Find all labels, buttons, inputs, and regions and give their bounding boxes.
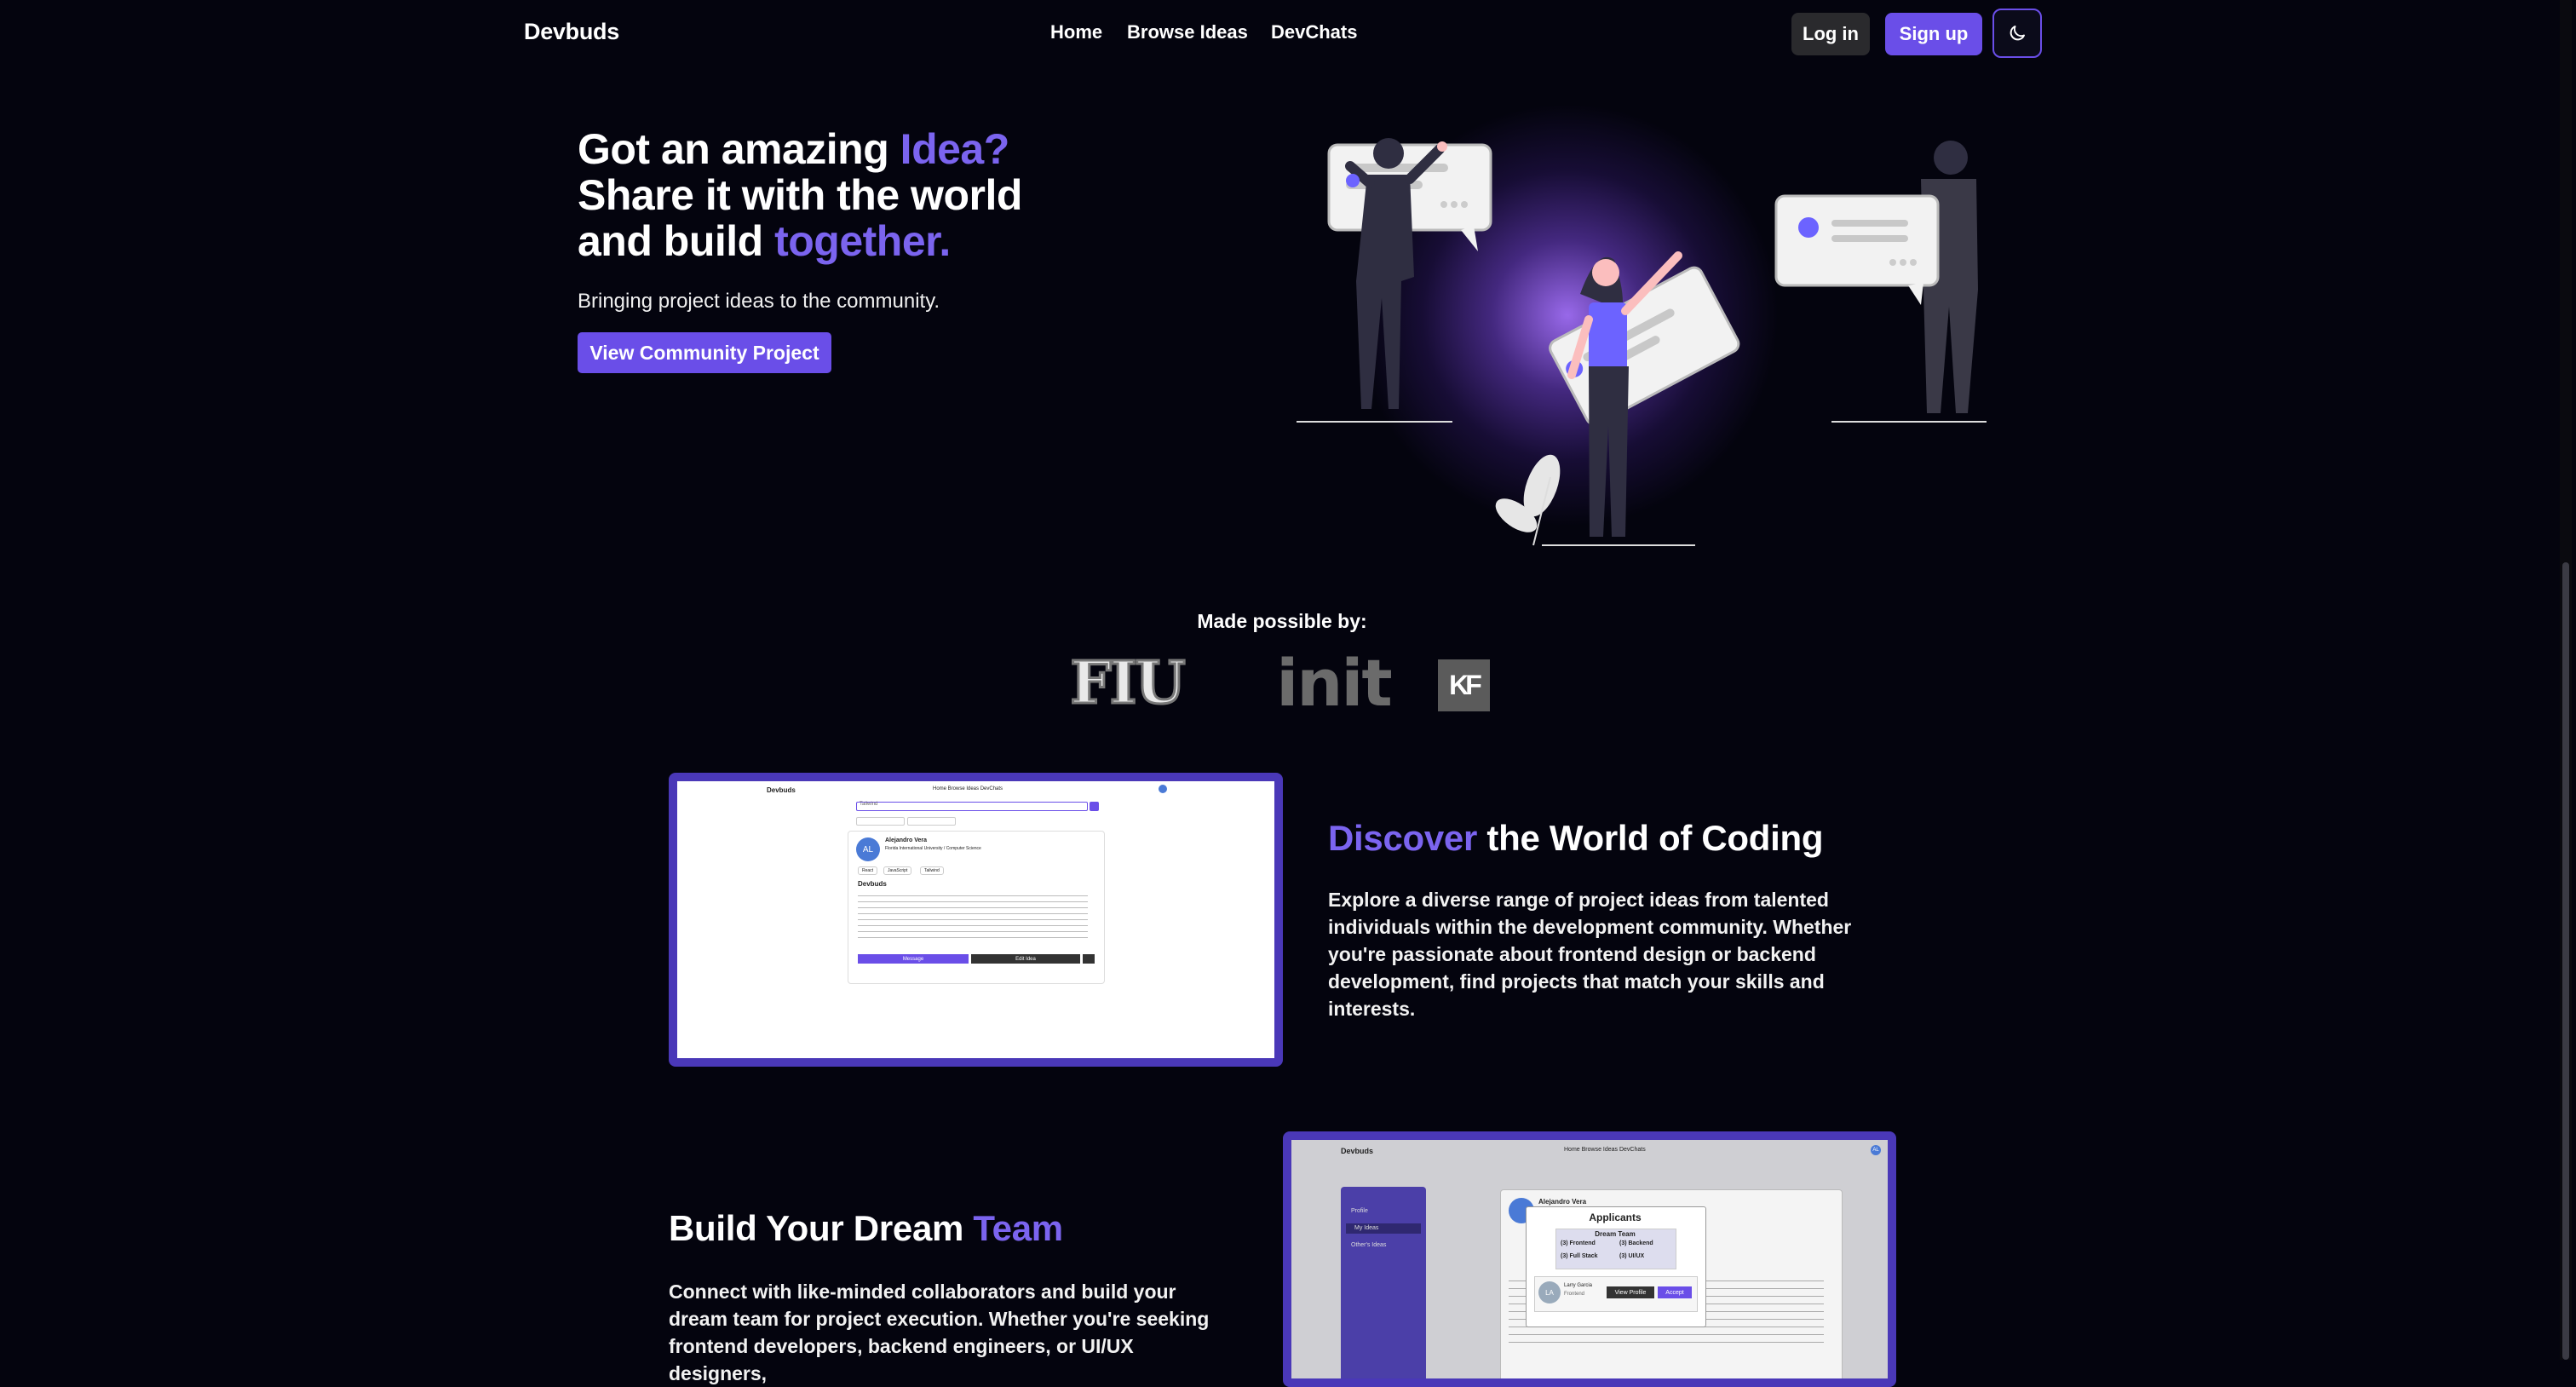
signup-button[interactable]: Sign up [1885, 13, 1982, 55]
hero-illustration [1297, 138, 1987, 546]
moon-icon [2010, 26, 2025, 41]
view-community-project-button[interactable]: View Community Project [578, 332, 831, 373]
discover-title: Discover the World of Coding [1328, 818, 1824, 858]
scrollbar-thumb[interactable] [2562, 562, 2569, 1360]
sponsors-heading: Made possible by: [1197, 610, 1367, 632]
hero-title: Got an amazing Idea? Share it with the w… [578, 125, 1022, 265]
fiu-logo[interactable]: FIU [1069, 648, 1187, 719]
login-button[interactable]: Log in [1791, 13, 1870, 55]
theme-toggle-button[interactable] [1992, 9, 2042, 58]
team-screenshot: Devbuds Home Browse Ideas DevChats AL Pr… [1283, 1131, 1896, 1387]
kf-logo[interactable]: KF [1438, 659, 1490, 711]
discover-body: Explore a diverse range of project ideas… [1328, 889, 1852, 1020]
discover-screenshot: Devbuds Home Browse Ideas DevChats Tailw… [669, 773, 1283, 1067]
brand-logo[interactable]: Devbuds [524, 19, 619, 45]
team-body: Connect with like-minded collaborators a… [669, 1281, 1210, 1384]
team-title: Build Your Dream Team [669, 1208, 1063, 1248]
init-logo[interactable]: init [1242, 645, 1425, 721]
nav-home[interactable]: Home [1050, 21, 1102, 43]
nav-browse-ideas[interactable]: Browse Ideas [1127, 21, 1248, 43]
nav-devchats[interactable]: DevChats [1271, 21, 1357, 43]
hero-subtitle: Bringing project ideas to the community. [578, 290, 940, 313]
